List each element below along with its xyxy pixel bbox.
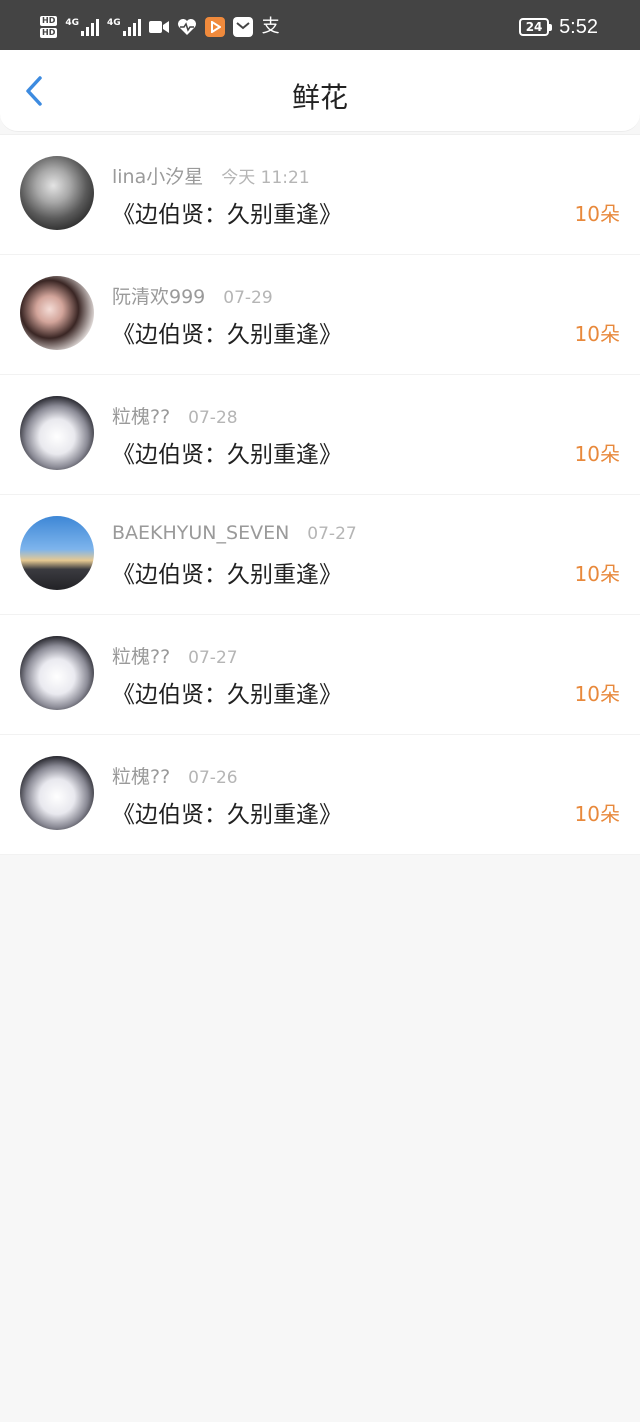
avatar[interactable]	[20, 396, 94, 470]
message-app-icon	[232, 17, 253, 37]
flower-count: 10朵	[574, 682, 620, 706]
network-type-label: 4G	[107, 18, 121, 28]
flower-count: 10朵	[574, 322, 620, 346]
status-right: 24 5:52	[519, 14, 598, 40]
flower-record-list: lina小汐星 今天 11:21 《边伯贤：久别重逢》 10朵 阮清欢999 0…	[0, 134, 640, 855]
user-name[interactable]: 粒槐??	[112, 762, 170, 789]
record-time: 07-27	[188, 648, 238, 668]
page-header: 鲜花	[0, 50, 640, 132]
record-meta: BAEKHYUN_SEVEN 07-27	[112, 522, 357, 544]
book-title[interactable]: 《边伯贤：久别重逢》	[112, 435, 342, 469]
avatar[interactable]	[20, 156, 94, 230]
record-time: 07-28	[188, 408, 238, 428]
status-time: 5:52	[559, 15, 598, 38]
user-name[interactable]: lina小汐星	[112, 162, 203, 189]
avatar[interactable]	[20, 516, 94, 590]
avatar[interactable]	[20, 276, 94, 350]
record-meta: 粒槐?? 07-27	[112, 642, 238, 669]
user-name[interactable]: 粒槐??	[112, 642, 170, 669]
page-title: 鲜花	[291, 81, 348, 114]
alipay-icon: 支	[261, 16, 280, 37]
signal-sim2: 4G	[107, 18, 141, 36]
record-row[interactable]: 阮清欢999 07-29 《边伯贤：久别重逢》 10朵	[0, 255, 640, 375]
record-row[interactable]: 粒槐?? 07-28 《边伯贤：久别重逢》 10朵	[0, 375, 640, 495]
record-row[interactable]: 粒槐?? 07-26 《边伯贤：久别重逢》 10朵	[0, 735, 640, 855]
signal-bars-icon	[81, 18, 99, 36]
flower-count: 10朵	[574, 442, 620, 466]
record-row[interactable]: lina小汐星 今天 11:21 《边伯贤：久别重逢》 10朵	[0, 135, 640, 255]
status-bar: HD HD 4G 4G 支 24 5:52	[0, 0, 640, 50]
flower-count: 10朵	[574, 202, 620, 226]
book-title[interactable]: 《边伯贤：久别重逢》	[112, 315, 342, 349]
health-heart-icon	[177, 17, 197, 37]
flower-count: 10朵	[574, 802, 620, 826]
user-name[interactable]: BAEKHYUN_SEVEN	[112, 522, 289, 544]
user-name[interactable]: 粒槐??	[112, 402, 170, 429]
signal-bars-icon	[122, 18, 141, 36]
record-time: 07-26	[188, 768, 238, 788]
record-meta: lina小汐星 今天 11:21	[112, 162, 310, 189]
book-title[interactable]: 《边伯贤：久别重逢》	[112, 675, 342, 709]
record-time: 07-27	[307, 524, 357, 544]
avatar[interactable]	[20, 756, 94, 830]
status-left: HD HD 4G 4G 支	[40, 14, 281, 40]
record-row[interactable]: BAEKHYUN_SEVEN 07-27 《边伯贤：久别重逢》 10朵	[0, 495, 640, 615]
book-title[interactable]: 《边伯贤：久别重逢》	[112, 795, 342, 829]
video-app-icon	[204, 17, 225, 37]
record-meta: 阮清欢999 07-29	[112, 282, 273, 309]
record-meta: 粒槐?? 07-28	[112, 402, 238, 429]
hd-indicators: HD HD	[40, 16, 58, 38]
video-icon	[148, 17, 169, 37]
avatar[interactable]	[20, 636, 94, 710]
signal-sim1: 4G	[65, 18, 99, 36]
record-time: 07-29	[223, 288, 273, 308]
record-meta: 粒槐?? 07-26	[112, 762, 238, 789]
record-row[interactable]: 粒槐?? 07-27 《边伯贤：久别重逢》 10朵	[0, 615, 640, 735]
hd-icon: HD	[40, 28, 58, 38]
network-type-label: 4G	[65, 18, 79, 28]
book-title[interactable]: 《边伯贤：久别重逢》	[112, 195, 342, 229]
record-time: 今天 11:21	[221, 168, 310, 188]
hd-icon: HD	[40, 16, 58, 26]
book-title[interactable]: 《边伯贤：久别重逢》	[112, 555, 342, 589]
battery-icon: 24	[519, 18, 553, 36]
user-name[interactable]: 阮清欢999	[112, 282, 205, 309]
flower-count: 10朵	[574, 562, 620, 586]
